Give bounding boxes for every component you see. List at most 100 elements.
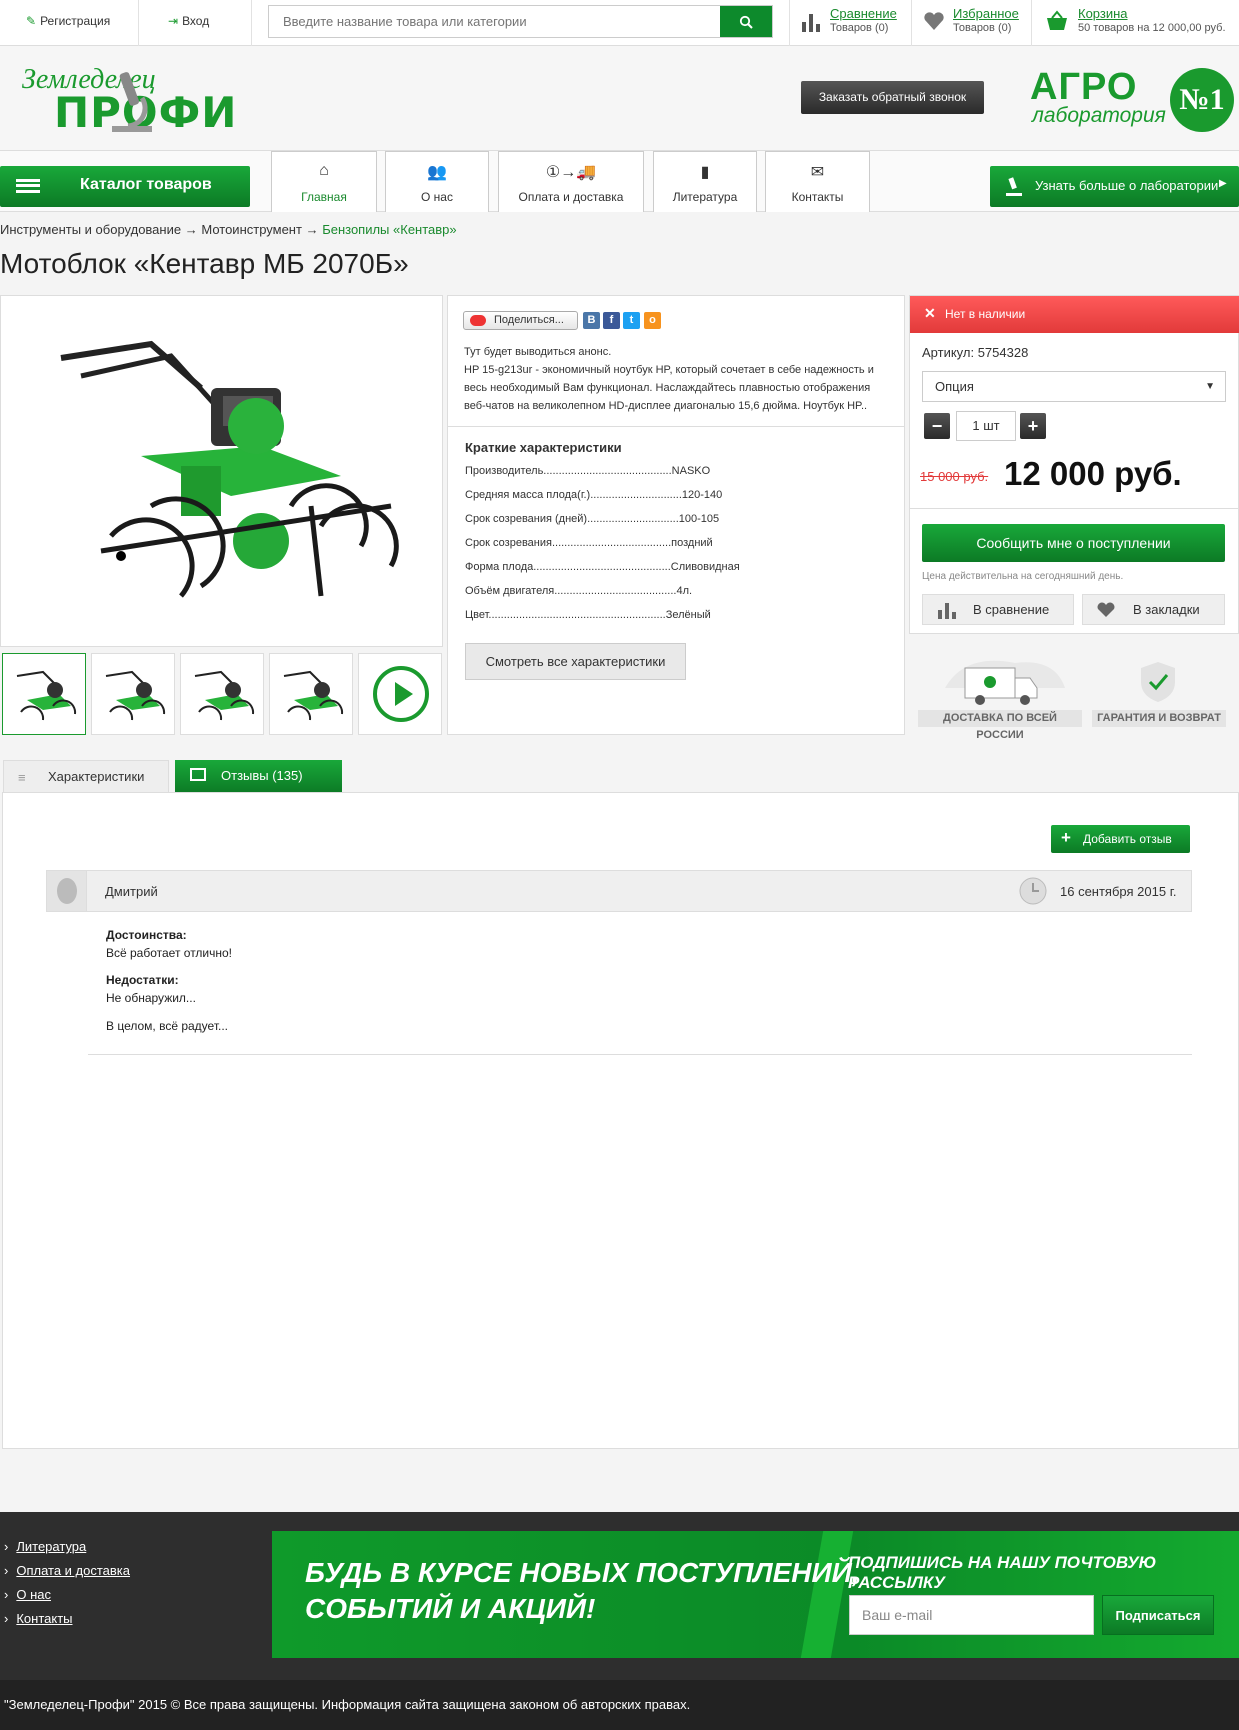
spec-row: Срок созревания.........................…: [465, 537, 713, 549]
footer-link[interactable]: › Литература: [4, 1539, 86, 1554]
divider: [138, 0, 139, 46]
breadcrumb-item[interactable]: Инструменты и оборудование: [0, 222, 181, 237]
microscope-icon: [112, 72, 152, 132]
qty-plus-button[interactable]: +: [1020, 413, 1046, 439]
qty-input[interactable]: 1 шт: [956, 411, 1016, 441]
thumbnail[interactable]: [2, 653, 86, 735]
mask-icon: [57, 878, 77, 904]
heart-icon: [924, 12, 944, 30]
divider: [911, 0, 912, 46]
divider: [88, 1054, 1192, 1055]
product-image[interactable]: [1, 296, 444, 648]
thumbnail-image: [194, 670, 255, 721]
chevron-right-icon: ›: [4, 1587, 9, 1602]
bar-chart-icon: [802, 14, 820, 32]
lab-more-button[interactable]: Узнать больше о лаборатории ▶: [990, 166, 1239, 207]
chevron-right-icon: ›: [4, 1539, 9, 1554]
odnoklassniki-icon[interactable]: о: [644, 312, 661, 329]
subscribe-title: ПОДПИШИСЬ НА НАШУ ПОЧТОВУЮ РАССЫЛКУ: [848, 1553, 1157, 1592]
home-icon: ⌂: [319, 162, 329, 179]
top-bar: ✎Регистрация ⇥Вход Сравнение Товаров (0)…: [0, 0, 1239, 46]
login-icon: ⇥: [168, 14, 179, 28]
breadcrumb: Инструменты и оборудование → Мотоинструм…: [0, 222, 457, 237]
option-select[interactable]: Опция ▼: [922, 371, 1226, 402]
add-review-button[interactable]: + Добавить отзыв: [1051, 825, 1190, 853]
avatar: [47, 871, 87, 911]
thumbnail[interactable]: [269, 653, 353, 735]
delivery-icon: ①→🚚: [545, 164, 597, 181]
users-icon: 👥: [427, 164, 447, 181]
spec-row: Объём двигателя.........................…: [465, 585, 693, 597]
breadcrumb-item[interactable]: Мотоинструмент: [201, 222, 302, 237]
footer-link[interactable]: › Оплата и доставка: [4, 1563, 130, 1578]
thumbnail[interactable]: [180, 653, 264, 735]
review-summary: В целом, всё радует...: [106, 1019, 228, 1033]
thumbnail[interactable]: [91, 653, 175, 735]
pencil-icon: ✎: [26, 14, 37, 28]
nav-tab-home[interactable]: ⌂ Главная: [271, 151, 377, 212]
notify-button[interactable]: Сообщить мне о поступлении: [922, 524, 1225, 562]
clock-icon: [1019, 877, 1047, 905]
thumbnail-image: [105, 670, 166, 721]
divider: [789, 0, 790, 46]
search-button[interactable]: [720, 6, 772, 37]
qty-minus-button[interactable]: −: [924, 413, 950, 439]
cart-widget[interactable]: Корзина 50 товаров на 12 000,00 руб.: [1047, 6, 1226, 34]
old-price: 15 000 руб.: [920, 469, 989, 484]
review-pros: Всё работает отлично!: [106, 946, 233, 960]
divider: [251, 0, 252, 46]
agro-title: АГРО: [1030, 66, 1138, 108]
divider: [448, 426, 904, 427]
nav-tab-delivery[interactable]: ①→🚚 Оплата и доставка: [498, 151, 644, 212]
search-box: [268, 5, 773, 38]
review-cons-label: Недостатки:: [106, 973, 179, 987]
twitter-icon[interactable]: t: [623, 312, 640, 329]
thumbnail-image: [16, 670, 77, 721]
spec-row: Производитель...........................…: [465, 465, 711, 477]
search-icon: [739, 15, 753, 29]
arrow-right-icon: ▶: [1219, 178, 1227, 189]
spec-row: Срок созревания (дней)..................…: [465, 513, 720, 525]
favorites-widget[interactable]: Избранное Товаров (0): [924, 6, 1019, 34]
add-to-bookmarks-button[interactable]: В закладки: [1082, 594, 1225, 625]
nav-tab-literature[interactable]: ▮ Литература: [653, 151, 757, 212]
basket-icon: [1047, 10, 1067, 30]
spec-row: Цвет....................................…: [465, 609, 711, 621]
email-field[interactable]: Ваш e-mail: [849, 1595, 1094, 1635]
search-input[interactable]: [269, 6, 719, 37]
login-link[interactable]: ⇥ Вход: [168, 14, 209, 28]
review-pros-label: Достоинства:: [106, 928, 187, 942]
agro-subtitle: лаборатория: [1032, 104, 1166, 127]
shield-check-icon: [1141, 662, 1175, 702]
register-link[interactable]: ✎ Регистрация: [26, 14, 110, 28]
compare-widget[interactable]: Сравнение Товаров (0): [802, 6, 897, 34]
tab-specs[interactable]: ≡ Характеристики: [3, 760, 169, 793]
tab-reviews[interactable]: Отзывы (135): [175, 760, 342, 793]
share-icon: [470, 315, 486, 326]
subscribe-button[interactable]: Подписаться: [1102, 1595, 1214, 1635]
price: 12 000 руб.: [1004, 455, 1182, 492]
review-date: 16 сентября 2015 г.: [1060, 884, 1177, 899]
nav-tab-about[interactable]: 👥 О нас: [385, 151, 489, 212]
list-icon: ≡: [18, 770, 26, 785]
footer-link[interactable]: › Контакты: [4, 1611, 73, 1626]
video-thumbnail[interactable]: [358, 653, 442, 735]
vk-icon[interactable]: В: [583, 312, 600, 329]
all-specs-button[interactable]: Смотреть все характеристики: [465, 643, 686, 680]
product-description: Тут будет выводиться анонс. HP 15-g213ur…: [464, 346, 874, 412]
facebook-icon[interactable]: f: [603, 312, 620, 329]
delivery-badge: ДОСТАВКА ПО ВСЕЙ РОССИИ: [918, 710, 1082, 741]
add-to-compare-button[interactable]: В сравнение: [922, 594, 1074, 625]
share-button[interactable]: Поделиться...: [463, 311, 578, 330]
footer-link[interactable]: › О нас: [4, 1587, 51, 1602]
callback-button[interactable]: Заказать обратный звонок: [801, 81, 984, 114]
chevron-right-icon: ›: [4, 1563, 9, 1578]
nav-tab-contacts[interactable]: ✉ Контакты: [765, 151, 870, 212]
divider: [1031, 0, 1032, 46]
microscope-icon: [1006, 177, 1022, 196]
breadcrumb-current[interactable]: Бензопилы «Кентавр»: [322, 222, 456, 237]
bar-chart-icon: [938, 603, 956, 619]
catalog-button[interactable]: Каталог товаров: [0, 166, 250, 207]
banner-headline: БУДЬ В КУРСЕ НОВЫХ ПОСТУПЛЕНИЙ, СОБЫТИЙ …: [305, 1557, 860, 1624]
plus-icon: +: [1061, 828, 1071, 847]
